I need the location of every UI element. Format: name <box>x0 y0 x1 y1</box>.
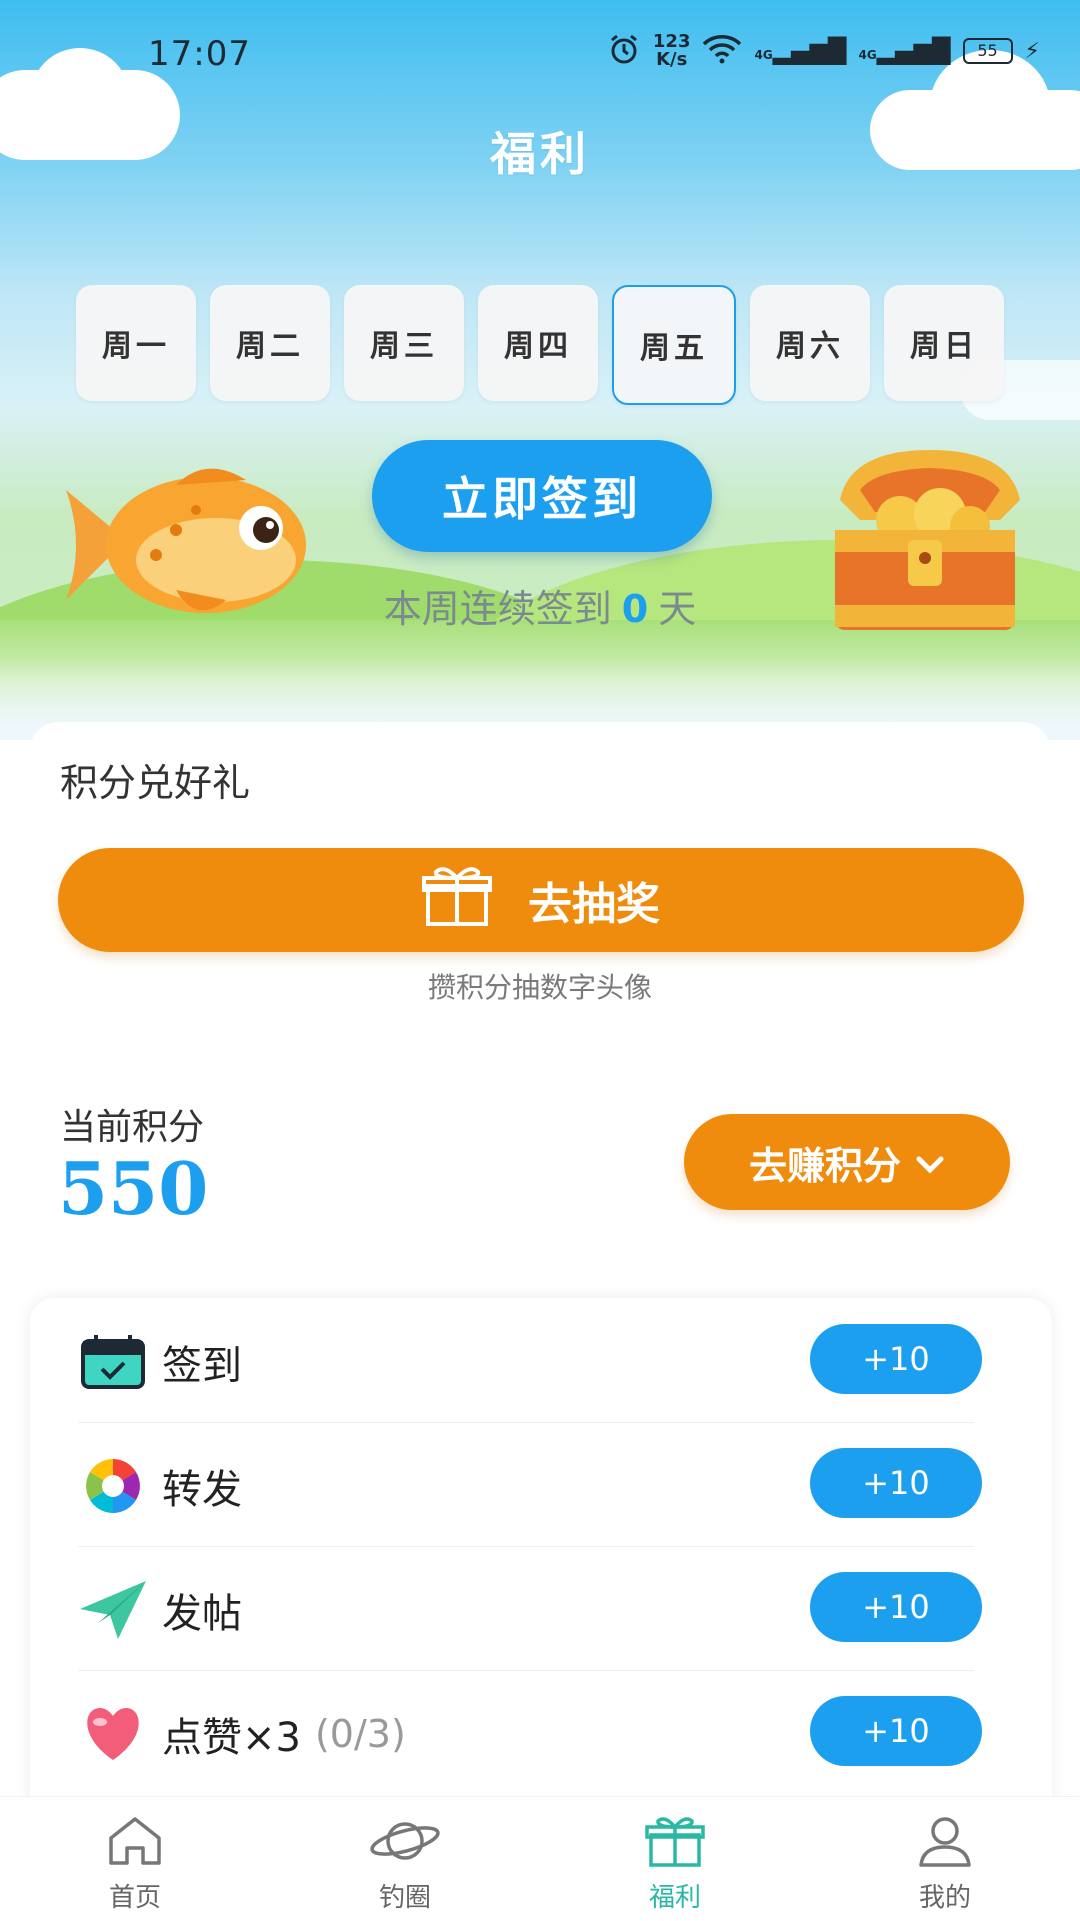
weekday-fri[interactable]: 周五 <box>612 285 736 405</box>
task-reward-button[interactable]: +10 <box>810 1448 982 1518</box>
task-reward-button[interactable]: +10 <box>810 1696 982 1766</box>
task-reward-button[interactable]: +10 <box>810 1324 982 1394</box>
task-item-share: 转发 +10 <box>78 1424 982 1548</box>
signal-icon-2: 4G▂▄▆█ <box>858 37 951 65</box>
page-title: 福利 <box>490 127 590 181</box>
chevron-down-icon <box>915 1140 945 1184</box>
gift-icon <box>422 864 492 937</box>
paper-plane-icon <box>78 1575 148 1645</box>
weekday-tue[interactable]: 周二 <box>210 285 330 401</box>
lottery-label: 去抽奖 <box>528 879 660 930</box>
signal-icon: 4G▂▄▆█ <box>754 37 847 65</box>
status-bar: 17:07 123 K/s 4G▂▄▆█ 4G▂▄▆█ 55 ⚡ <box>0 0 1080 100</box>
nav-home[interactable]: 首页 <box>55 1811 215 1914</box>
task-item-post: 发帖 +10 <box>78 1548 982 1672</box>
task-item-checkin: 签到 +10 <box>78 1300 982 1424</box>
charging-icon: ⚡ <box>1024 38 1040 64</box>
battery-icon: 55 <box>962 38 1013 64</box>
like-progress: (0/3) <box>314 1712 406 1756</box>
streak-text: 本周连续签到 0 天 <box>383 587 697 631</box>
status-icons: 123 K/s 4G▂▄▆█ 4G▂▄▆█ 55 ⚡ <box>607 32 1040 70</box>
weekday-wed[interactable]: 周三 <box>344 285 464 401</box>
gift-icon <box>595 1811 755 1871</box>
nav-profile[interactable]: 我的 <box>865 1811 1025 1914</box>
user-icon <box>865 1811 1025 1871</box>
earn-points-button[interactable]: 去赚积分 <box>684 1114 1010 1210</box>
wifi-icon <box>702 34 742 68</box>
weekday-sat[interactable]: 周六 <box>750 285 870 401</box>
weekday-sun[interactable]: 周日 <box>884 285 1004 401</box>
divider <box>78 1422 974 1423</box>
nav-welfare[interactable]: 福利 <box>595 1811 755 1914</box>
weekday-row: 周一 周二 周三 周四 周五 周六 周日 <box>76 285 1004 405</box>
nav-fishing-circle[interactable]: 钓圈 <box>325 1811 485 1914</box>
checkin-button[interactable]: 立即签到 <box>372 440 712 552</box>
weekday-mon[interactable]: 周一 <box>76 285 196 401</box>
planet-icon <box>325 1811 485 1871</box>
task-reward-button[interactable]: +10 <box>810 1572 982 1642</box>
calendar-icon <box>78 1327 148 1397</box>
weekday-thu[interactable]: 周四 <box>478 285 598 401</box>
points-label: 当前积分 <box>60 1107 205 1148</box>
divider <box>78 1546 974 1547</box>
task-item-like: 点赞×3 (0/3) +10 <box>78 1672 982 1796</box>
heart-icon <box>78 1699 148 1769</box>
status-time: 17:07 <box>148 34 251 74</box>
divider <box>78 1670 974 1671</box>
lottery-button[interactable]: 去抽奖 <box>58 848 1024 952</box>
alarm-icon <box>607 32 641 70</box>
points-value: 550 <box>58 1146 209 1231</box>
home-icon <box>55 1811 215 1871</box>
lottery-subtitle: 攒积分抽数字头像 <box>427 971 652 1004</box>
rewards-section-title: 积分兑好礼 <box>60 761 251 805</box>
bottom-nav: 首页 钓圈 福利 我的 <box>0 1796 1080 1921</box>
share-icon <box>78 1451 148 1521</box>
streak-days: 0 <box>621 587 649 631</box>
net-speed: 123 K/s <box>652 31 691 70</box>
